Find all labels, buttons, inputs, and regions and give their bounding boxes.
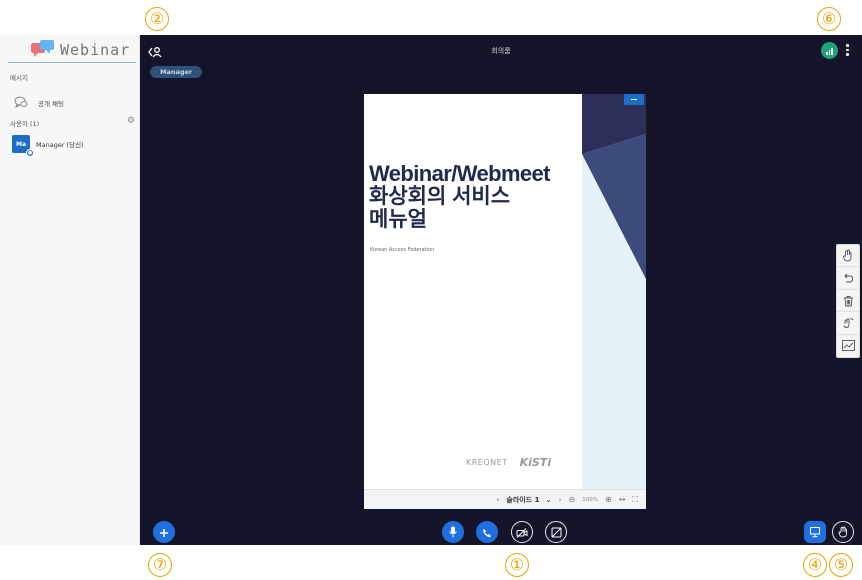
annotation-1: ①: [505, 553, 529, 577]
annotation-2: ②: [145, 7, 169, 31]
zoom-in-icon[interactable]: ⊕: [605, 495, 612, 504]
slide-background-graphic: [582, 94, 646, 489]
fit-width-icon[interactable]: ↔: [619, 495, 626, 504]
camera-toggle-button[interactable]: [511, 521, 533, 543]
presentation-slide: Webinar/Webmeet 화상회의 서비스 메뉴얼 Korean Acce…: [364, 94, 646, 509]
annotation-4: ④: [803, 553, 827, 577]
users-settings-gear-icon[interactable]: ⚙: [127, 116, 135, 126]
webinar-screen: ② ⑥ ③ ① ⑦ ④ ⑤ Webinar 메시지: [0, 0, 862, 580]
public-chat-label: 공개 채팅: [38, 99, 64, 108]
slide-title-line3: 메뉴얼: [369, 208, 427, 231]
user-list-item[interactable]: Ma ● Manager (당신): [12, 135, 84, 157]
fullscreen-icon[interactable]: ⛶: [632, 495, 638, 505]
zoom-level: 100%: [582, 496, 598, 503]
main-presentation-area: 회의룸 Manager Webinar/Webmeet 화상회의 서비스 메뉴얼…: [140, 35, 862, 545]
avatar-status-icon: ●: [26, 149, 34, 157]
presentation-icon: [809, 523, 821, 542]
sidebar: Webinar 메시지 공개 채팅 사용자 (1) ⚙ Ma ● Manager…: [0, 35, 140, 545]
annotation-6: ⑥: [817, 7, 841, 31]
current-slide-label: 슬라이드 1: [506, 495, 540, 504]
kreonet-logo: KREONET: [466, 458, 508, 467]
kisti-logo: KiSTi: [519, 456, 552, 469]
slide-subtitle: Korean Access Federation: [370, 247, 435, 253]
microphone-icon: [448, 523, 458, 542]
slide-logos: KREONET KiSTi: [466, 456, 551, 469]
phone-icon: [482, 523, 492, 542]
users-section-label: 사용자 (1): [10, 120, 40, 128]
actions-plus-button[interactable]: [153, 521, 175, 543]
raise-hand-button[interactable]: [832, 521, 854, 543]
brand-title: Webinar: [60, 41, 131, 59]
slide-title: Webinar/Webmeet 화상회의 서비스 메뉴얼: [369, 162, 589, 231]
multi-user-draw-icon[interactable]: [837, 312, 859, 335]
screen-share-off-icon: [551, 523, 562, 542]
camera-off-icon: [516, 523, 528, 542]
prev-slide-icon[interactable]: ‹: [496, 495, 499, 504]
avatar-initials: Ma: [15, 140, 27, 148]
next-slide-icon[interactable]: ›: [558, 495, 561, 504]
role-badge: Manager: [150, 66, 203, 78]
annotation-5: ⑤: [829, 553, 853, 577]
webinar-logo-icon: [30, 39, 56, 61]
connection-signal-icon[interactable]: [821, 42, 838, 59]
undo-icon[interactable]: [837, 267, 859, 290]
microphone-button[interactable]: [442, 521, 464, 543]
chevron-down-icon: ⌄: [545, 495, 552, 504]
brand-divider: [8, 62, 136, 63]
zoom-out-icon[interactable]: ⊖: [569, 495, 576, 504]
slide-controls: ‹ 슬라이드 1 ⌄ › ⊖ 100% ⊕ ↔ ⛶: [364, 489, 646, 509]
presentation-toggle-button[interactable]: [804, 521, 826, 543]
brand: Webinar: [30, 39, 130, 61]
annotation-7: ⑦: [148, 553, 172, 577]
room-title: 회의룸: [491, 47, 511, 55]
slide-select[interactable]: 슬라이드 1 ⌄: [506, 495, 551, 505]
avatar: Ma ●: [12, 135, 34, 157]
chat-bubble-icon: [14, 93, 28, 112]
slide-title-line1: Webinar/Webmeet: [369, 161, 551, 186]
drawing-toolbar: [836, 244, 860, 358]
raise-hand-icon: [838, 523, 848, 542]
minimize-presentation-button[interactable]: [624, 94, 644, 105]
messages-section-label: 메시지: [10, 74, 28, 82]
screen-share-button[interactable]: [545, 521, 567, 543]
plus-icon: [159, 523, 169, 542]
trash-icon[interactable]: [837, 290, 859, 313]
public-chat-item[interactable]: 공개 채팅: [14, 93, 64, 112]
more-vertical-icon[interactable]: [846, 44, 849, 56]
slide-title-line2: 화상회의 서비스: [369, 185, 511, 208]
hand-icon[interactable]: [837, 245, 859, 268]
whiteboard-icon[interactable]: [837, 335, 859, 357]
user-name: Manager (당신): [36, 141, 84, 149]
phone-button[interactable]: [476, 521, 498, 543]
